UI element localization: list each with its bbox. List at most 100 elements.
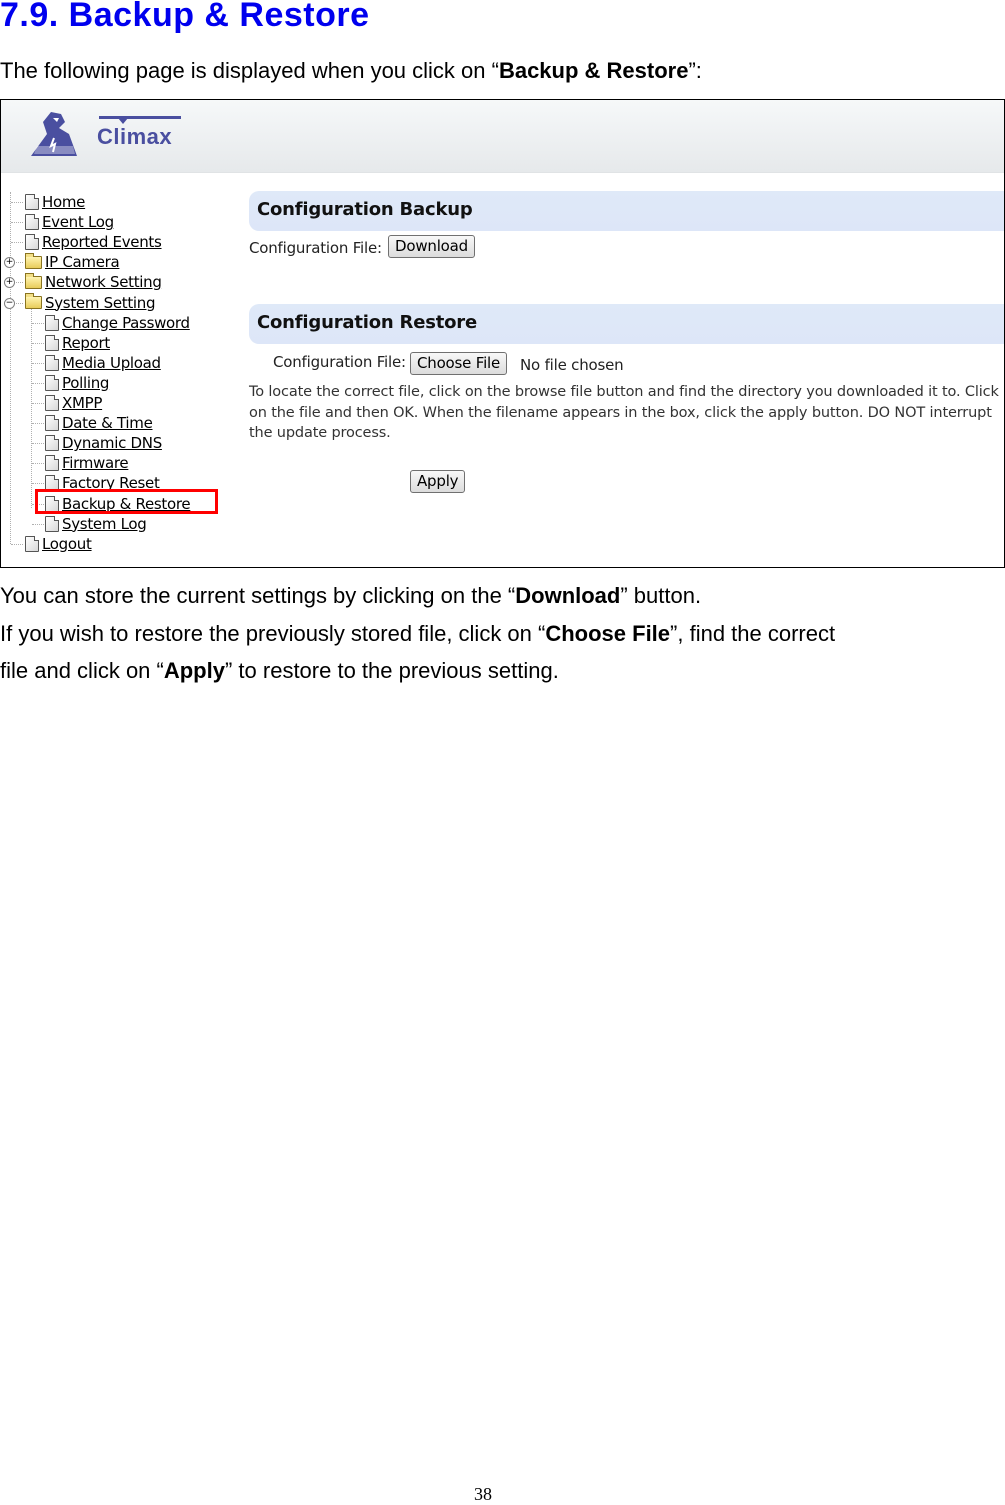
paragraph-download: You can store the current settings by cl…	[0, 583, 701, 609]
download-button[interactable]: Download	[388, 235, 475, 258]
paragraph-apply: file and click on “Apply” to restore to …	[0, 658, 559, 684]
backup-section-title: Configuration Backup	[257, 199, 473, 220]
tree-connector	[32, 483, 44, 485]
nav-item-logout[interactable]: Logout	[25, 534, 92, 554]
tree-guide-line	[31, 306, 32, 508]
intro-text: The following page is displayed when you…	[0, 58, 702, 84]
para-text: ” to restore to the previous setting.	[224, 658, 559, 683]
logo-bar	[99, 116, 181, 119]
page-icon	[45, 334, 59, 351]
nav-item-system-log[interactable]: System Log	[45, 514, 147, 534]
nav-item-xmpp[interactable]: XMPP	[45, 393, 102, 413]
tree-connector	[11, 543, 23, 545]
nav-item-label[interactable]: XMPP	[62, 394, 102, 412]
backup-file-label: Configuration File:	[249, 239, 382, 257]
nav-item-media-upload[interactable]: Media Upload	[45, 353, 161, 373]
tree-connector	[32, 523, 44, 525]
nav-item-reported-events[interactable]: Reported Events	[25, 232, 162, 252]
nav-item-report[interactable]: Report	[45, 333, 110, 353]
nav-item-label[interactable]: Dynamic DNS	[62, 434, 162, 452]
page-icon	[45, 374, 59, 391]
tree-connector	[32, 423, 44, 425]
page-icon	[25, 194, 39, 210]
nav-item-ip-camera[interactable]: IP Camera	[25, 252, 120, 272]
nav-item-polling[interactable]: Polling	[45, 373, 109, 393]
choose-file-button[interactable]: Choose File	[410, 352, 508, 375]
restore-help-text: To locate the correct file, click on the…	[249, 384, 999, 441]
nav-item-label[interactable]: Home	[42, 193, 85, 211]
nav-item-change-password[interactable]: Change Password	[45, 313, 190, 333]
nav-item-label[interactable]: Media Upload	[62, 354, 161, 372]
tree-guide-line	[10, 192, 11, 544]
nav-item-home[interactable]: Home	[25, 192, 85, 212]
nav-item-label[interactable]: Event Log	[42, 213, 114, 231]
collapse-icon[interactable]: −	[4, 297, 15, 309]
nav-item-label[interactable]: Report	[62, 334, 110, 352]
nav-item-label[interactable]: Logout	[42, 535, 92, 553]
paragraph-restore: If you wish to restore the previously st…	[0, 621, 835, 647]
expand-icon[interactable]: +	[4, 277, 15, 289]
para-text: file and click on “	[0, 658, 164, 683]
tree-connector	[32, 443, 44, 445]
apply-button[interactable]: Apply	[410, 470, 466, 493]
para-bold: Download	[515, 583, 621, 608]
nav-item-label[interactable]: Change Password	[62, 314, 190, 332]
nav-item-event-log[interactable]: Event Log	[25, 212, 114, 232]
tree-connector	[32, 382, 44, 384]
folder-icon	[25, 272, 42, 289]
nav-item-network-setting[interactable]: Network Setting	[25, 272, 162, 292]
eagle-logo-icon	[31, 112, 77, 156]
para-text: You can store the current settings by cl…	[0, 583, 516, 608]
folder-open-icon	[25, 293, 42, 309]
para-text: If you wish to restore the previously st…	[0, 621, 546, 646]
para-text: ” button.	[620, 583, 702, 608]
nav-item-label[interactable]: Polling	[62, 374, 109, 392]
nav-item-firmware[interactable]: Firmware	[45, 453, 129, 473]
tree-connector	[11, 222, 23, 224]
nav-item-label[interactable]: System Log	[62, 515, 147, 533]
page-icon	[25, 234, 39, 251]
tree-connector	[32, 403, 44, 404]
backup-section-header: Configuration Backup	[249, 191, 1004, 231]
page-icon	[25, 535, 39, 552]
para-text: ”, find the correct	[670, 621, 836, 646]
intro-suffix: ”:	[688, 58, 702, 83]
nav-item-dynamic-dns[interactable]: Dynamic DNS	[45, 433, 162, 453]
highlight-box	[35, 489, 218, 514]
page-icon	[45, 435, 59, 452]
web-ui-screenshot: Climax Home Event Log Reported Events + IP C…	[0, 99, 1005, 568]
para-bold: Choose File	[545, 621, 671, 646]
logo-text: Climax	[97, 124, 173, 149]
page-icon	[45, 415, 59, 432]
app-header: Climax	[1, 100, 1004, 173]
page-icon	[45, 515, 59, 532]
tree-connector	[32, 342, 44, 344]
tree-connector	[32, 463, 44, 465]
page-icon	[45, 314, 59, 331]
folder-icon	[25, 252, 42, 269]
nav-item-system-setting[interactable]: System Setting	[25, 293, 156, 313]
restore-section-header: Configuration Restore	[249, 304, 1004, 344]
tree-connector	[32, 362, 44, 364]
tree-connector	[11, 202, 23, 203]
nav-item-label[interactable]: IP Camera	[45, 253, 120, 271]
nav-item-label[interactable]: System Setting	[45, 294, 156, 312]
nav-item-label[interactable]: Network Setting	[45, 273, 162, 291]
tree-connector	[32, 322, 44, 324]
restore-file-label: Configuration File:	[273, 353, 406, 371]
nav-item-date-and-time[interactable]: Date & Time	[45, 413, 153, 433]
expand-icon[interactable]: +	[4, 257, 15, 269]
section-heading: 7.9. Backup & Restore	[0, 0, 370, 34]
restore-section-title: Configuration Restore	[257, 312, 477, 333]
page-icon	[45, 455, 59, 472]
nav-item-label[interactable]: Reported Events	[42, 233, 162, 251]
nav-item-label[interactable]: Firmware	[62, 454, 129, 472]
tree-connector	[11, 242, 23, 244]
page-icon	[25, 214, 39, 231]
nav-item-label[interactable]: Date & Time	[62, 414, 153, 432]
para-bold: Apply	[163, 658, 225, 683]
page-icon	[45, 354, 59, 371]
intro-bold: Backup & Restore	[498, 58, 689, 83]
page-icon	[45, 395, 59, 411]
file-status: No file chosen	[520, 356, 624, 374]
